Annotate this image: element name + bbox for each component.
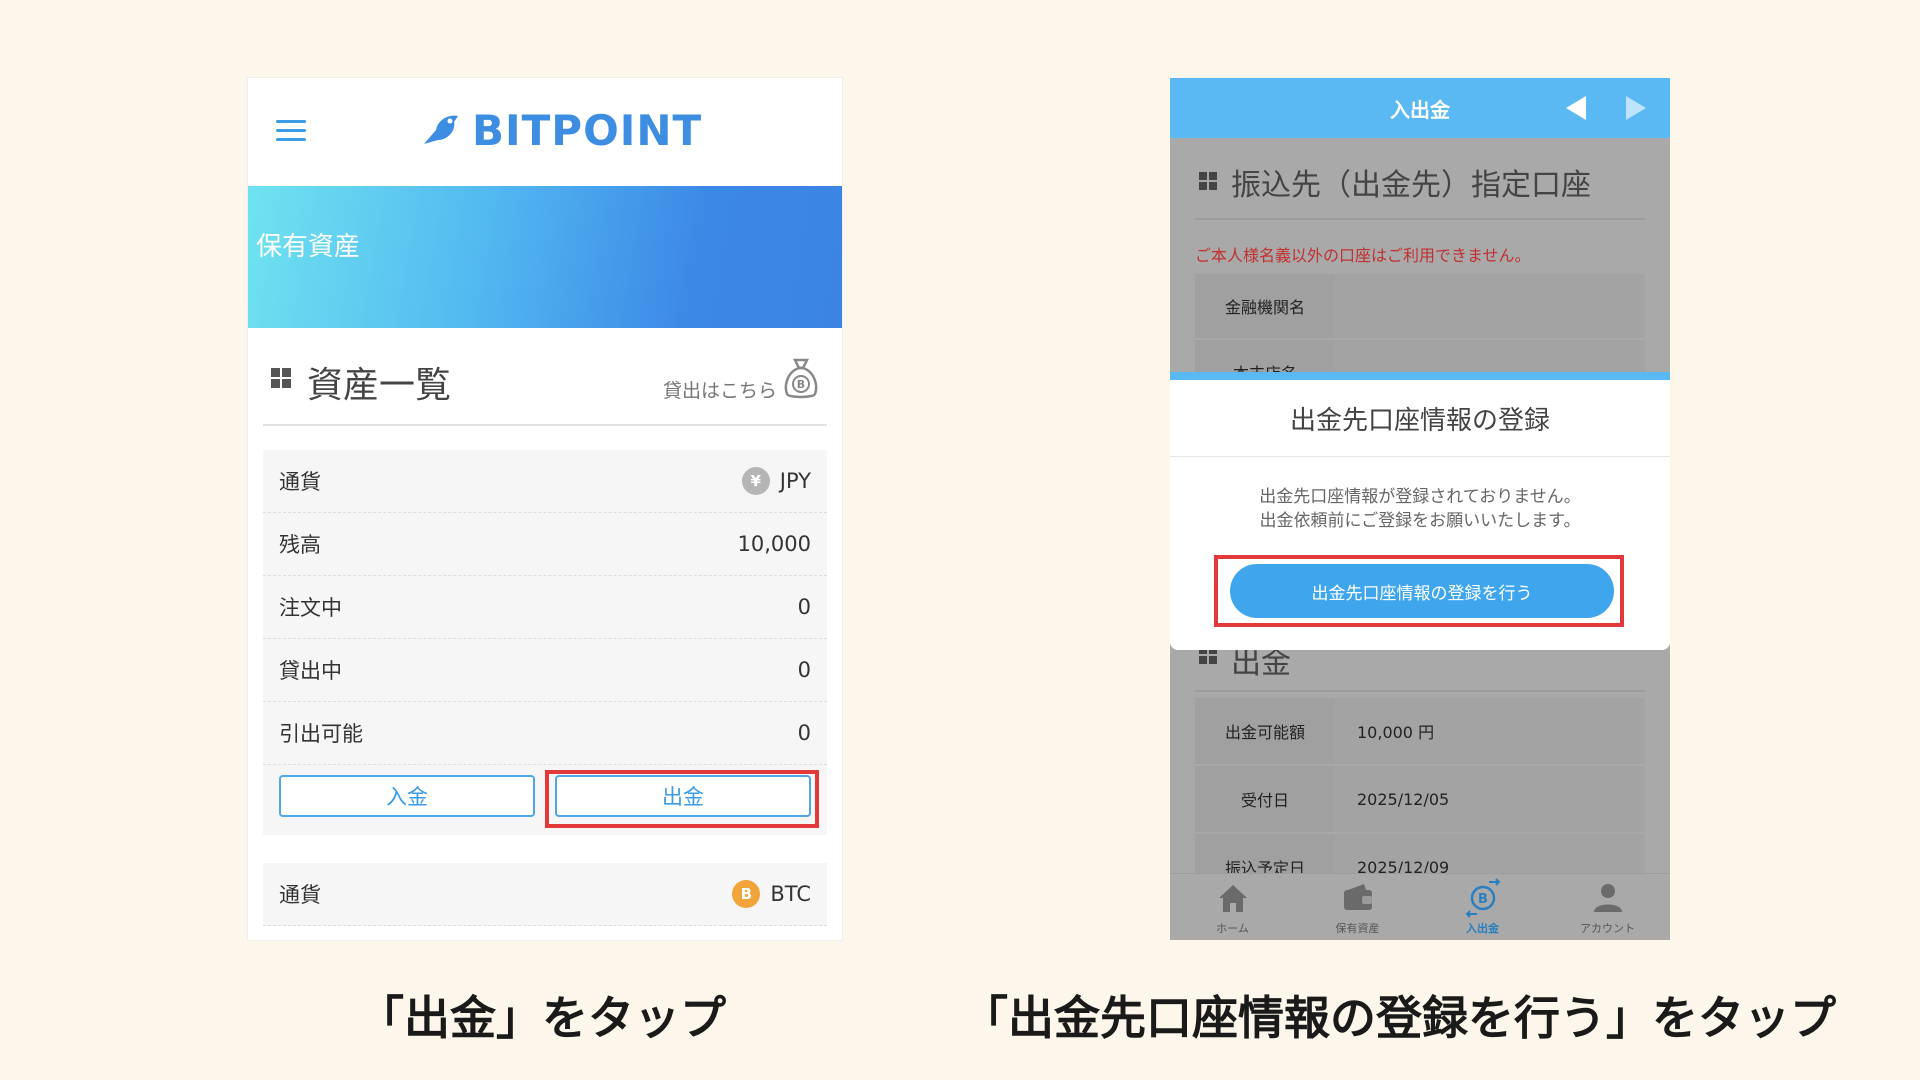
row-label: 貸出中 bbox=[279, 659, 342, 683]
holdings-banner: 保有資産 bbox=[248, 186, 842, 328]
row-value: 10,000 bbox=[737, 532, 811, 556]
yen-coin-icon: ¥ bbox=[741, 467, 770, 495]
home-icon bbox=[1218, 885, 1247, 912]
svg-text:B: B bbox=[797, 378, 805, 391]
tab-label: アカウント bbox=[1580, 922, 1635, 935]
row-value bbox=[1335, 274, 1645, 338]
table-row: 通貨 ¥ JPY bbox=[263, 450, 827, 513]
right-caption: 「出金先口座情報の登録を行う」をタップ bbox=[962, 991, 1836, 1045]
row-label: 通貨 bbox=[279, 470, 321, 494]
table-row: 残高 10,000 bbox=[263, 513, 827, 576]
row-value: 10,000 円 bbox=[1335, 698, 1645, 764]
section-title: 資産一覧 bbox=[307, 365, 452, 406]
table-row: 注文中 0 bbox=[263, 576, 827, 639]
tab-holdings[interactable]: 保有資産 bbox=[1295, 874, 1420, 940]
row-value: 2025/12/05 bbox=[1335, 766, 1645, 832]
arrow-left-icon[interactable] bbox=[1566, 96, 1586, 120]
right-phone-screen: 入出金 振込先（出金先）指定口座 ご本人様名義以外の口座はご利用できません。 金… bbox=[1170, 78, 1670, 940]
svg-text:B: B bbox=[1478, 892, 1488, 907]
withdraw-table: 出金可能額 10,000 円 受付日 2025/12/05 振込予定日 2025… bbox=[1195, 698, 1645, 902]
row-value: 0 bbox=[797, 721, 811, 745]
logo-text: BITPOINT bbox=[472, 105, 703, 155]
banner-title: 保有資産 bbox=[256, 232, 361, 262]
table-row: 金融機関名 bbox=[1195, 274, 1645, 340]
btc-asset-card: 通貨 B BTC bbox=[263, 863, 827, 926]
register-account-button[interactable]: 出金先口座情報の登録を行う bbox=[1230, 564, 1614, 618]
bank-account-header: 振込先（出金先）指定口座 bbox=[1195, 138, 1645, 220]
table-row: 出金可能額 10,000 円 bbox=[1195, 698, 1645, 766]
currency-value: JPY bbox=[779, 469, 811, 493]
row-label: 注文中 bbox=[279, 596, 342, 620]
bitcoin-coin-icon: B bbox=[732, 880, 761, 908]
deposit-button[interactable]: 入金 bbox=[279, 775, 535, 817]
row-label: 残高 bbox=[279, 533, 321, 557]
asset-list-header: 資産一覧 貸出はこちら B bbox=[263, 328, 827, 426]
table-row: 貸出中 0 bbox=[263, 639, 827, 702]
currency-value: BTC bbox=[770, 882, 811, 906]
table-row: 引出可能 0 bbox=[263, 702, 827, 765]
modal-message: 出金先口座情報が登録されておりません。 出金依頼前にご登録をお願いいたします。 bbox=[1170, 485, 1670, 533]
row-value: 0 bbox=[797, 595, 811, 619]
grid-square-icon bbox=[271, 368, 291, 388]
row-value: 0 bbox=[797, 658, 811, 682]
modal-message-line: 出金先口座情報が登録されておりません。 bbox=[1259, 487, 1581, 507]
bitcoin-bag-icon[interactable]: B bbox=[781, 356, 821, 400]
left-phone-screen: BITPOINT 保有資産 資産一覧 貸出はこちら B 通貨 ¥ JPY 残高 … bbox=[248, 78, 842, 940]
tab-account[interactable]: アカウント bbox=[1545, 874, 1670, 940]
bitpoint-logo: BITPOINT bbox=[420, 100, 702, 160]
transfer-icon: B bbox=[1465, 878, 1500, 918]
row-label: 金融機関名 bbox=[1195, 274, 1335, 338]
arrow-right-icon[interactable] bbox=[1626, 96, 1646, 120]
lending-link[interactable]: 貸出はこちら bbox=[663, 376, 777, 403]
table-row: 受付日 2025/12/05 bbox=[1195, 766, 1645, 834]
row-label: 出金可能額 bbox=[1195, 698, 1335, 764]
action-buttons: 入金 出金 bbox=[263, 765, 827, 835]
menu-icon[interactable] bbox=[276, 120, 306, 144]
left-caption: 「出金」をタップ bbox=[358, 991, 726, 1045]
tab-transfer[interactable]: B 入出金 bbox=[1420, 874, 1545, 940]
section-title: 振込先（出金先）指定口座 bbox=[1231, 168, 1591, 203]
wallet-icon bbox=[1343, 884, 1372, 910]
warning-text: ご本人様名義以外の口座はご利用できません。 bbox=[1195, 246, 1531, 265]
register-account-modal: 出金先口座情報の登録 出金先口座情報が登録されておりません。 出金依頼前にご登録… bbox=[1170, 372, 1670, 650]
row-label: 引出可能 bbox=[279, 722, 363, 746]
grid-square-icon bbox=[1199, 172, 1217, 190]
tab-label: 入出金 bbox=[1466, 922, 1499, 935]
row-label: 通貨 bbox=[279, 883, 321, 907]
account-icon bbox=[1593, 884, 1622, 912]
modal-message-line: 出金依頼前にご登録をお願いいたします。 bbox=[1259, 511, 1581, 531]
modal-title: 出金先口座情報の登録 bbox=[1170, 380, 1670, 457]
jpy-asset-card: 通貨 ¥ JPY 残高 10,000 注文中 0 貸出中 0 引出可能 0 入金… bbox=[263, 450, 827, 835]
row-label: 受付日 bbox=[1195, 766, 1335, 832]
app-header: BITPOINT bbox=[248, 78, 842, 186]
tab-home[interactable]: ホーム bbox=[1170, 874, 1295, 940]
bottom-tab-bar: ホーム 保有資産 B 入出金 アカウント bbox=[1170, 873, 1670, 940]
withdraw-button[interactable]: 出金 bbox=[555, 775, 811, 817]
tab-label: ホーム bbox=[1216, 922, 1249, 935]
app-header: 入出金 bbox=[1170, 78, 1670, 138]
table-row: 通貨 B BTC bbox=[263, 863, 827, 926]
header-title: 入出金 bbox=[1390, 98, 1450, 122]
bird-logo-icon bbox=[424, 115, 458, 144]
tab-label: 保有資産 bbox=[1335, 922, 1380, 935]
